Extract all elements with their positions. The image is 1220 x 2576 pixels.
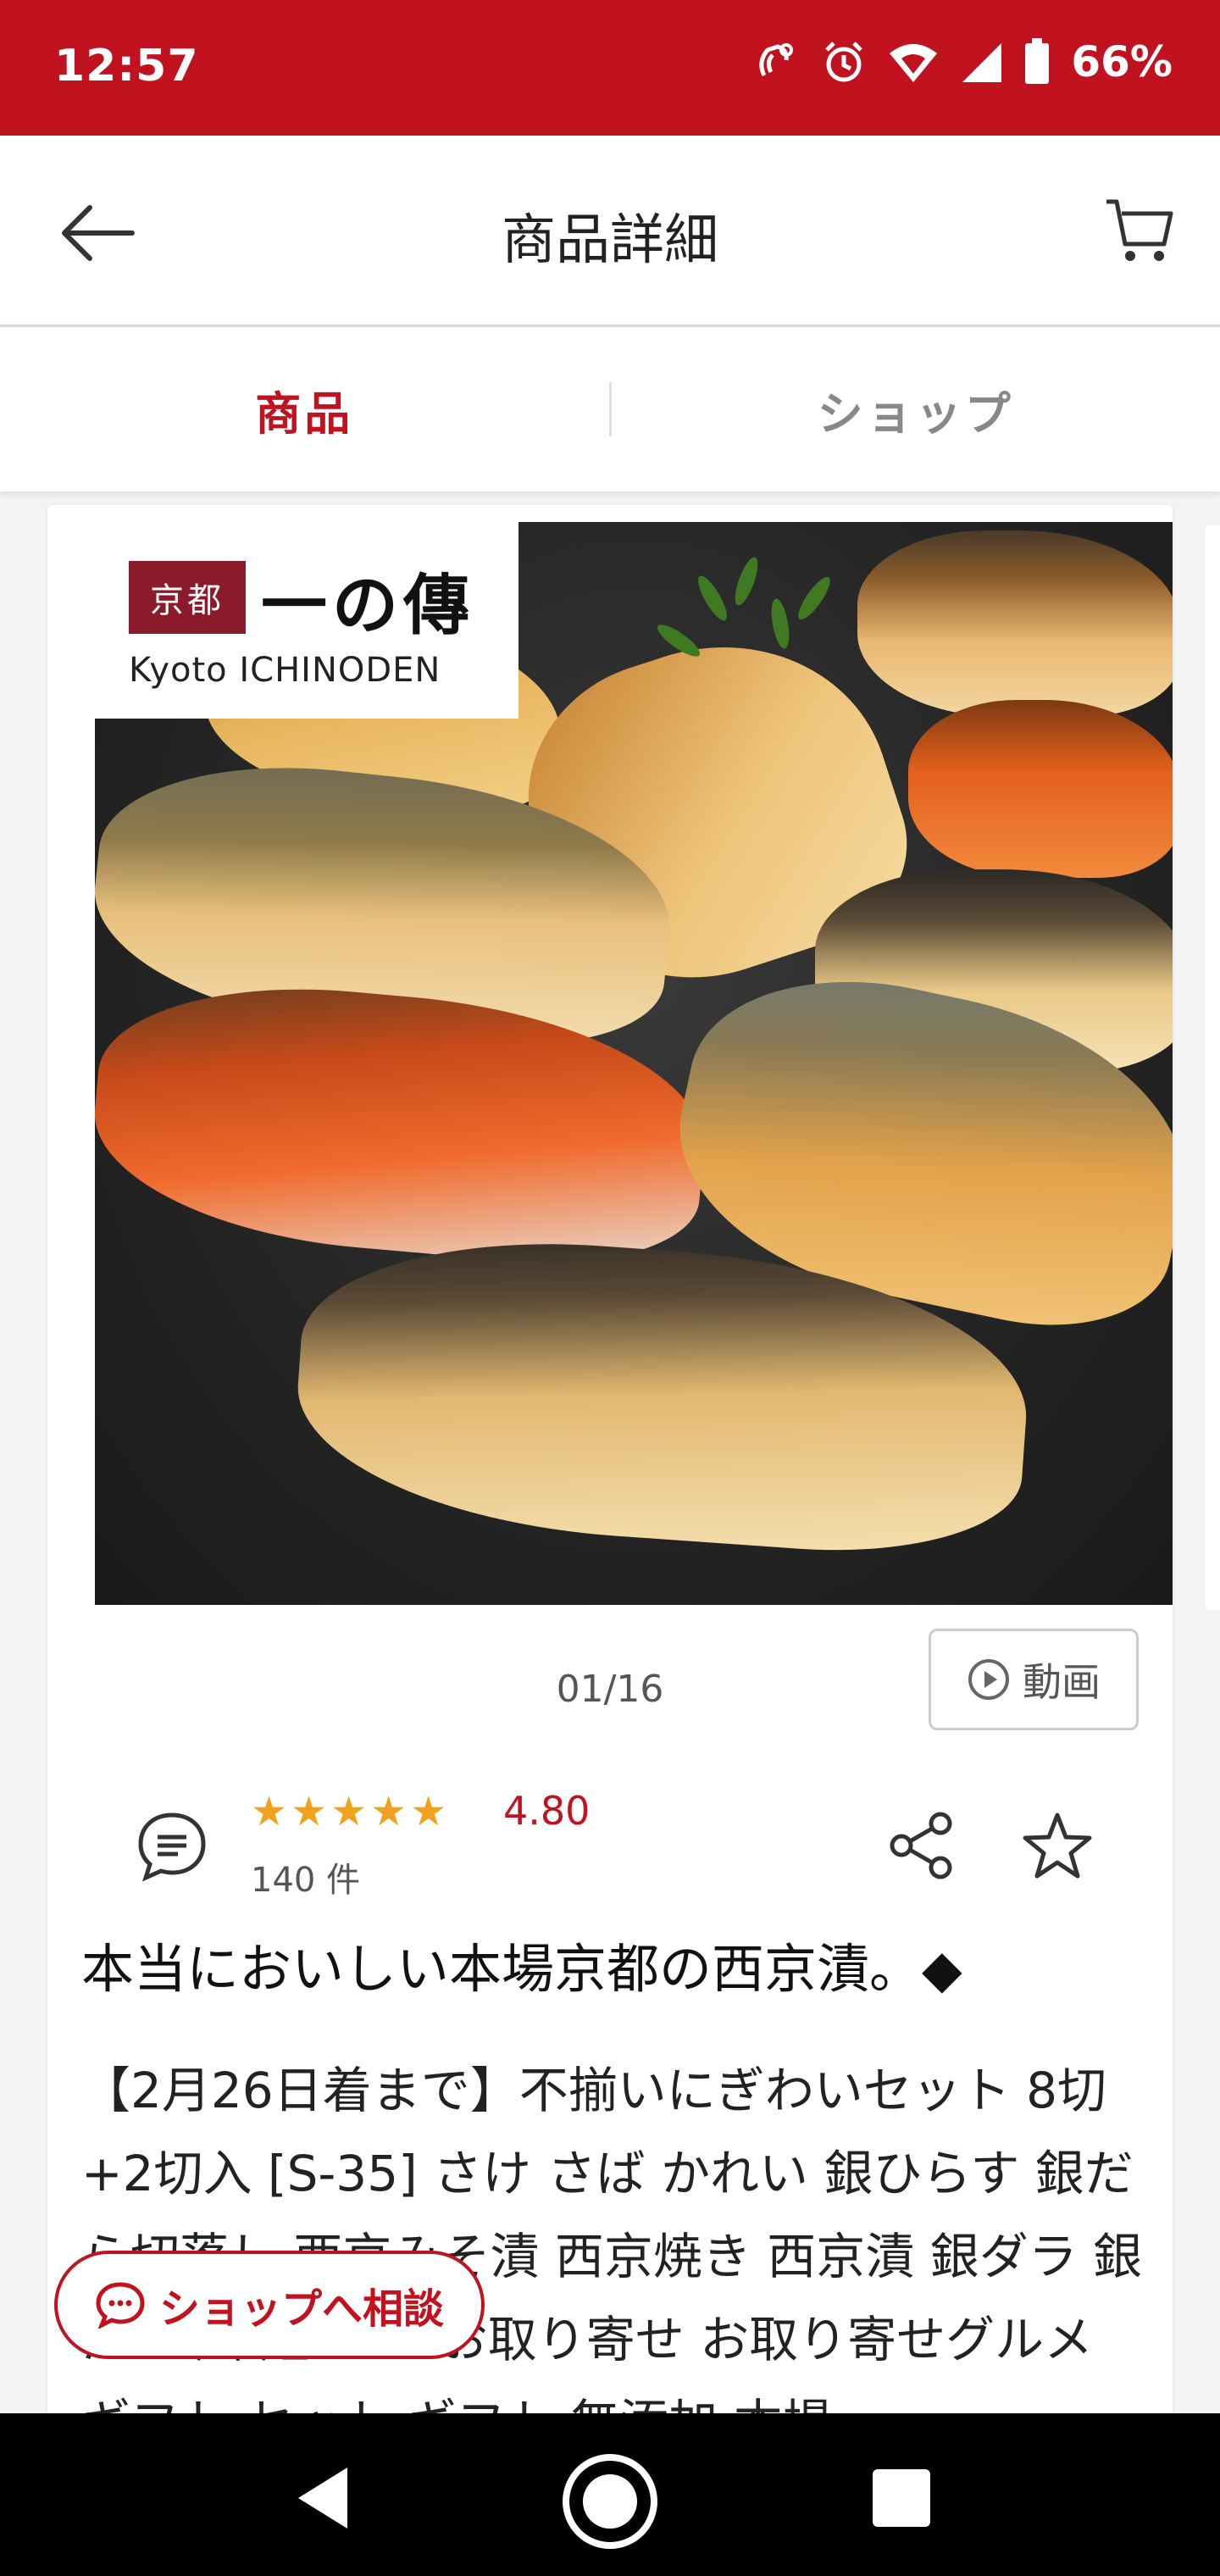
favorite-button[interactable]	[1015, 1803, 1100, 1888]
tab-bar: 商品 ショップ	[0, 327, 1220, 491]
alarm-icon	[825, 42, 863, 82]
rating-stars: ★ ★ ★ ★ ★	[251, 1788, 446, 1835]
nav-back-icon[interactable]	[280, 2456, 364, 2540]
share-button[interactable]	[879, 1803, 964, 1888]
signal-icon	[962, 43, 1002, 82]
video-label: 動画	[1023, 1659, 1101, 1705]
leaf-garnish	[793, 573, 835, 624]
nfc-icon	[759, 43, 794, 77]
system-nav-bar	[0, 2413, 1220, 2576]
share-icon	[890, 1812, 952, 1879]
nav-home-icon[interactable]	[559, 2451, 661, 2552]
app-bar: 商品詳細	[0, 136, 1220, 327]
rating-value: 4.80	[503, 1788, 591, 1834]
wifi-icon	[890, 44, 938, 82]
logo-name: 一の傳	[261, 567, 475, 644]
product-card: 京都 一の傳 Kyoto ICHINODEN 01/16 動画 ★ ★ ★ ★ …	[47, 505, 1173, 2420]
chat-icon	[96, 2282, 145, 2329]
battery-percent: 66%	[1071, 37, 1173, 86]
review-comment-button[interactable]	[136, 1810, 208, 1883]
page-title: 商品詳細	[502, 209, 718, 272]
battery-icon	[1025, 38, 1050, 84]
star-outline-icon	[1023, 1813, 1092, 1879]
star-icon: ★	[251, 1788, 288, 1835]
play-circle-icon	[968, 1659, 1009, 1700]
star-icon: ★	[291, 1788, 328, 1835]
product-heading: 本当においしい本場京都の西京漬。◆	[81, 1938, 962, 2000]
chat-bubble-icon	[138, 1813, 206, 1882]
star-icon: ★	[330, 1788, 368, 1835]
video-button[interactable]: 動画	[929, 1629, 1139, 1730]
review-count[interactable]: 140 件	[251, 1852, 360, 1901]
cart-icon	[1106, 199, 1173, 261]
leaf-garnish	[693, 572, 732, 625]
consult-label: ショップへ相談	[158, 2285, 444, 2333]
status-bar: 12:57 66%	[0, 0, 1220, 136]
logo-badge: 京都	[129, 561, 246, 634]
leaf-garnish	[730, 554, 762, 608]
fish-piece	[908, 700, 1173, 878]
star-icon: ★	[410, 1788, 447, 1835]
status-time: 12:57	[54, 41, 199, 92]
star-icon: ★	[370, 1788, 408, 1835]
leaf-garnish	[768, 597, 793, 651]
logo-subtitle: Kyoto ICHINODEN	[129, 651, 441, 690]
product-description: 【2月26日着まで】不揃いにぎわいセット 8切+2切入 [S-35] さけ さば…	[81, 2062, 1143, 2420]
shop-consult-button[interactable]: ショップへ相談	[54, 2251, 485, 2359]
next-image-card	[1205, 525, 1220, 1610]
nav-recent-apps-icon[interactable]	[868, 2464, 935, 2532]
shop-logo: 京都 一の傳 Kyoto ICHINODEN	[95, 522, 518, 719]
product-image[interactable]: 京都 一の傳 Kyoto ICHINODEN	[95, 522, 1173, 1605]
status-icons: 66%	[752, 37, 1173, 86]
tab-product[interactable]: 商品	[0, 327, 609, 491]
tab-shop[interactable]: ショップ	[612, 327, 1220, 491]
fish-piece	[857, 530, 1173, 717]
cart-button[interactable]	[1093, 185, 1186, 278]
